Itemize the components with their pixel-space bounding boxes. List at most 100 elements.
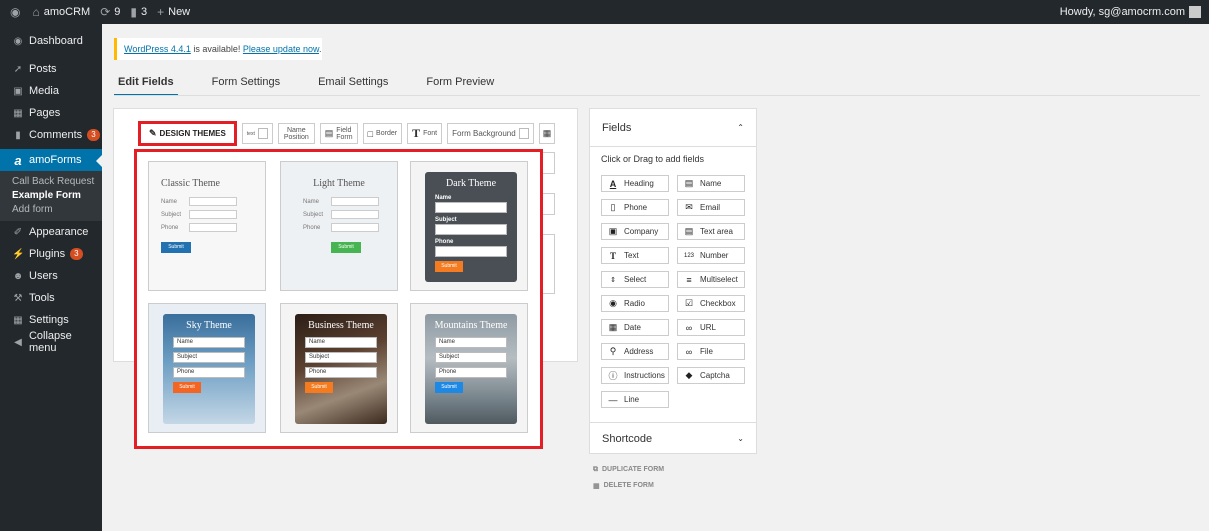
- form-field-input[interactable]: [541, 152, 555, 174]
- background-image-button[interactable]: ▦: [538, 123, 556, 144]
- submenu-add-form[interactable]: Add form: [0, 203, 102, 217]
- update-now-link[interactable]: Please update now: [243, 44, 319, 54]
- theme-dark[interactable]: Dark Theme Name Subject Phone Submit: [410, 161, 528, 291]
- field-select-button[interactable]: ⇕ Select: [601, 271, 669, 288]
- sidebar-item-appearance[interactable]: ✐ Appearance: [0, 221, 102, 243]
- shortcode-section-header[interactable]: Shortcode ⌄: [590, 422, 756, 454]
- sidebar-item-dashboard[interactable]: ◉ Dashboard: [0, 30, 102, 52]
- field-number-button[interactable]: 123 Number: [677, 247, 745, 264]
- field-instructions-button[interactable]: ⓘ Instructions: [601, 367, 669, 384]
- field-form-icon: ▤: [324, 128, 334, 138]
- field-date-button[interactable]: ▦ Date: [601, 319, 669, 336]
- form-field-input[interactable]: [541, 193, 555, 215]
- field-captcha-button[interactable]: ◆ Captcha: [677, 367, 745, 384]
- active-indicator: [96, 155, 102, 167]
- comment-icon: ▮: [130, 5, 137, 19]
- sidebar-item-tools[interactable]: ⚒ Tools: [0, 287, 102, 309]
- tab-form-settings[interactable]: Form Settings: [208, 76, 284, 96]
- border-button[interactable]: □ Border: [362, 123, 403, 144]
- text-color-button[interactable]: text: [241, 123, 273, 144]
- info-icon: ⓘ: [608, 371, 618, 381]
- site-name-link[interactable]: ⌂ amoCRM: [32, 5, 90, 19]
- new-content-link[interactable]: + New: [157, 5, 190, 19]
- field-multiselect-button[interactable]: ≡ Multiselect: [677, 271, 745, 288]
- dashboard-icon: ◉: [13, 35, 23, 47]
- wrench-icon: ⚒: [13, 292, 23, 304]
- field-email-button[interactable]: ✉ Email: [677, 199, 745, 216]
- field-url-button[interactable]: ∞ URL: [677, 319, 745, 336]
- phone-icon: ▯: [610, 202, 616, 212]
- text-icon: T: [609, 250, 616, 261]
- field-address-button[interactable]: ⚲ Address: [601, 343, 669, 360]
- wp-logo[interactable]: ◉: [10, 5, 20, 19]
- tab-edit-fields[interactable]: Edit Fields: [114, 76, 178, 96]
- theme-business[interactable]: Business Theme Name Subject Phone Submit: [280, 303, 398, 433]
- tab-email-settings[interactable]: Email Settings: [314, 76, 392, 96]
- form-background-button[interactable]: Form Background: [447, 123, 534, 144]
- duplicate-icon: ⧉: [593, 466, 598, 473]
- chevron-down-icon: ⌄: [737, 434, 744, 443]
- field-radio-button[interactable]: ◉ Radio: [601, 295, 669, 312]
- sidebar-item-posts[interactable]: ➚ Posts: [0, 58, 102, 80]
- theme-mountains[interactable]: Mountains Theme Name Subject Phone Submi…: [410, 303, 528, 433]
- settings-icon: ▦: [13, 314, 23, 326]
- color-swatch: [257, 128, 268, 139]
- submenu-example-form[interactable]: Example Form: [0, 189, 102, 203]
- field-text-button[interactable]: T Text: [601, 247, 669, 264]
- theme-sky[interactable]: Sky Theme Name Subject Phone Submit: [148, 303, 266, 433]
- account-menu[interactable]: Howdy, sg@amocrm.com: [1060, 6, 1201, 18]
- plugins-badge: 3: [70, 248, 83, 260]
- field-file-button[interactable]: ∞ File: [677, 343, 745, 360]
- field-checkbox-button[interactable]: ☑ Checkbox: [677, 295, 745, 312]
- checkbox-icon: ☑: [684, 298, 694, 308]
- media-icon: ▣: [13, 85, 23, 97]
- theme-classic[interactable]: Classic Theme Name Subject Phone Submit: [148, 161, 266, 291]
- brush-icon: ✐: [13, 226, 23, 238]
- collapse-menu-button[interactable]: ◀ Collapse menu: [0, 330, 102, 354]
- sidebar-item-pages[interactable]: ▦ Pages: [0, 102, 102, 124]
- paperclip-icon: ∞: [685, 346, 693, 357]
- comments-link[interactable]: ▮ 3: [130, 5, 147, 19]
- form-field-textarea[interactable]: [541, 234, 555, 294]
- admin-sidebar: ◉ Dashboard ➚ Posts ▣ Media ▦ Pages ▮ Comment…: [0, 24, 102, 531]
- updates-link[interactable]: ⟳ 9: [100, 5, 120, 19]
- color-swatch: [518, 128, 529, 139]
- font-button[interactable]: T Font: [407, 123, 443, 144]
- wordpress-logo-icon: ◉: [10, 5, 21, 19]
- sidebar-item-settings[interactable]: ▦ Settings: [0, 309, 102, 331]
- field-form-button[interactable]: ▤ Field Form: [319, 123, 358, 144]
- select-icon: ⇕: [610, 276, 616, 284]
- submenu-call-back-request[interactable]: Call Back Request: [0, 175, 102, 189]
- sidebar-item-media[interactable]: ▣ Media: [0, 80, 102, 102]
- comment-icon: ▮: [15, 129, 21, 141]
- calendar-icon: ▦: [608, 322, 618, 332]
- line-icon: —: [608, 394, 618, 405]
- updates-icon: ⟳: [100, 5, 111, 19]
- update-notice: WordPress 4.4.1 is available! Please upd…: [114, 38, 322, 60]
- design-themes-popup: Classic Theme Name Subject Phone Submit …: [134, 149, 543, 449]
- sidebar-item-amoforms[interactable]: a amoForms: [0, 149, 102, 171]
- field-company-button[interactable]: ▣ Company: [601, 223, 669, 240]
- field-textarea-button[interactable]: ▤ Text area: [677, 223, 745, 240]
- field-phone-button[interactable]: ▯ Phone: [601, 199, 669, 216]
- pages-icon: ▦: [13, 107, 23, 119]
- theme-light[interactable]: Light Theme Name Subject Phone Submit: [280, 161, 398, 291]
- briefcase-icon: ▣: [608, 226, 618, 236]
- tab-form-preview[interactable]: Form Preview: [422, 76, 498, 96]
- sidebar-item-comments[interactable]: ▮ Comments 3: [0, 124, 102, 146]
- sidebar-item-users[interactable]: ☻ Users: [0, 265, 102, 287]
- sidebar-item-plugins[interactable]: ⚡ Plugins 3: [0, 243, 102, 265]
- wp-version-link[interactable]: WordPress 4.4.1: [124, 44, 191, 54]
- duplicate-form-link[interactable]: ⧉ DUPLICATE FORM: [593, 466, 664, 474]
- design-themes-button[interactable]: ✎ DESIGN THEMES: [138, 121, 237, 146]
- captcha-icon: ◆: [685, 370, 693, 380]
- field-line-button[interactable]: — Line: [601, 391, 669, 408]
- field-name-button[interactable]: ▤ Name: [677, 175, 745, 192]
- name-position-button[interactable]: Name Position: [277, 123, 315, 144]
- name-card-icon: ▤: [684, 178, 694, 188]
- link-icon: ∞: [685, 322, 693, 333]
- image-icon: ▦: [542, 128, 552, 138]
- fields-panel-header[interactable]: Fields ⌃: [590, 109, 756, 147]
- field-heading-button[interactable]: A Heading: [601, 175, 669, 192]
- delete-form-link[interactable]: ▦ DELETE FORM: [593, 482, 654, 490]
